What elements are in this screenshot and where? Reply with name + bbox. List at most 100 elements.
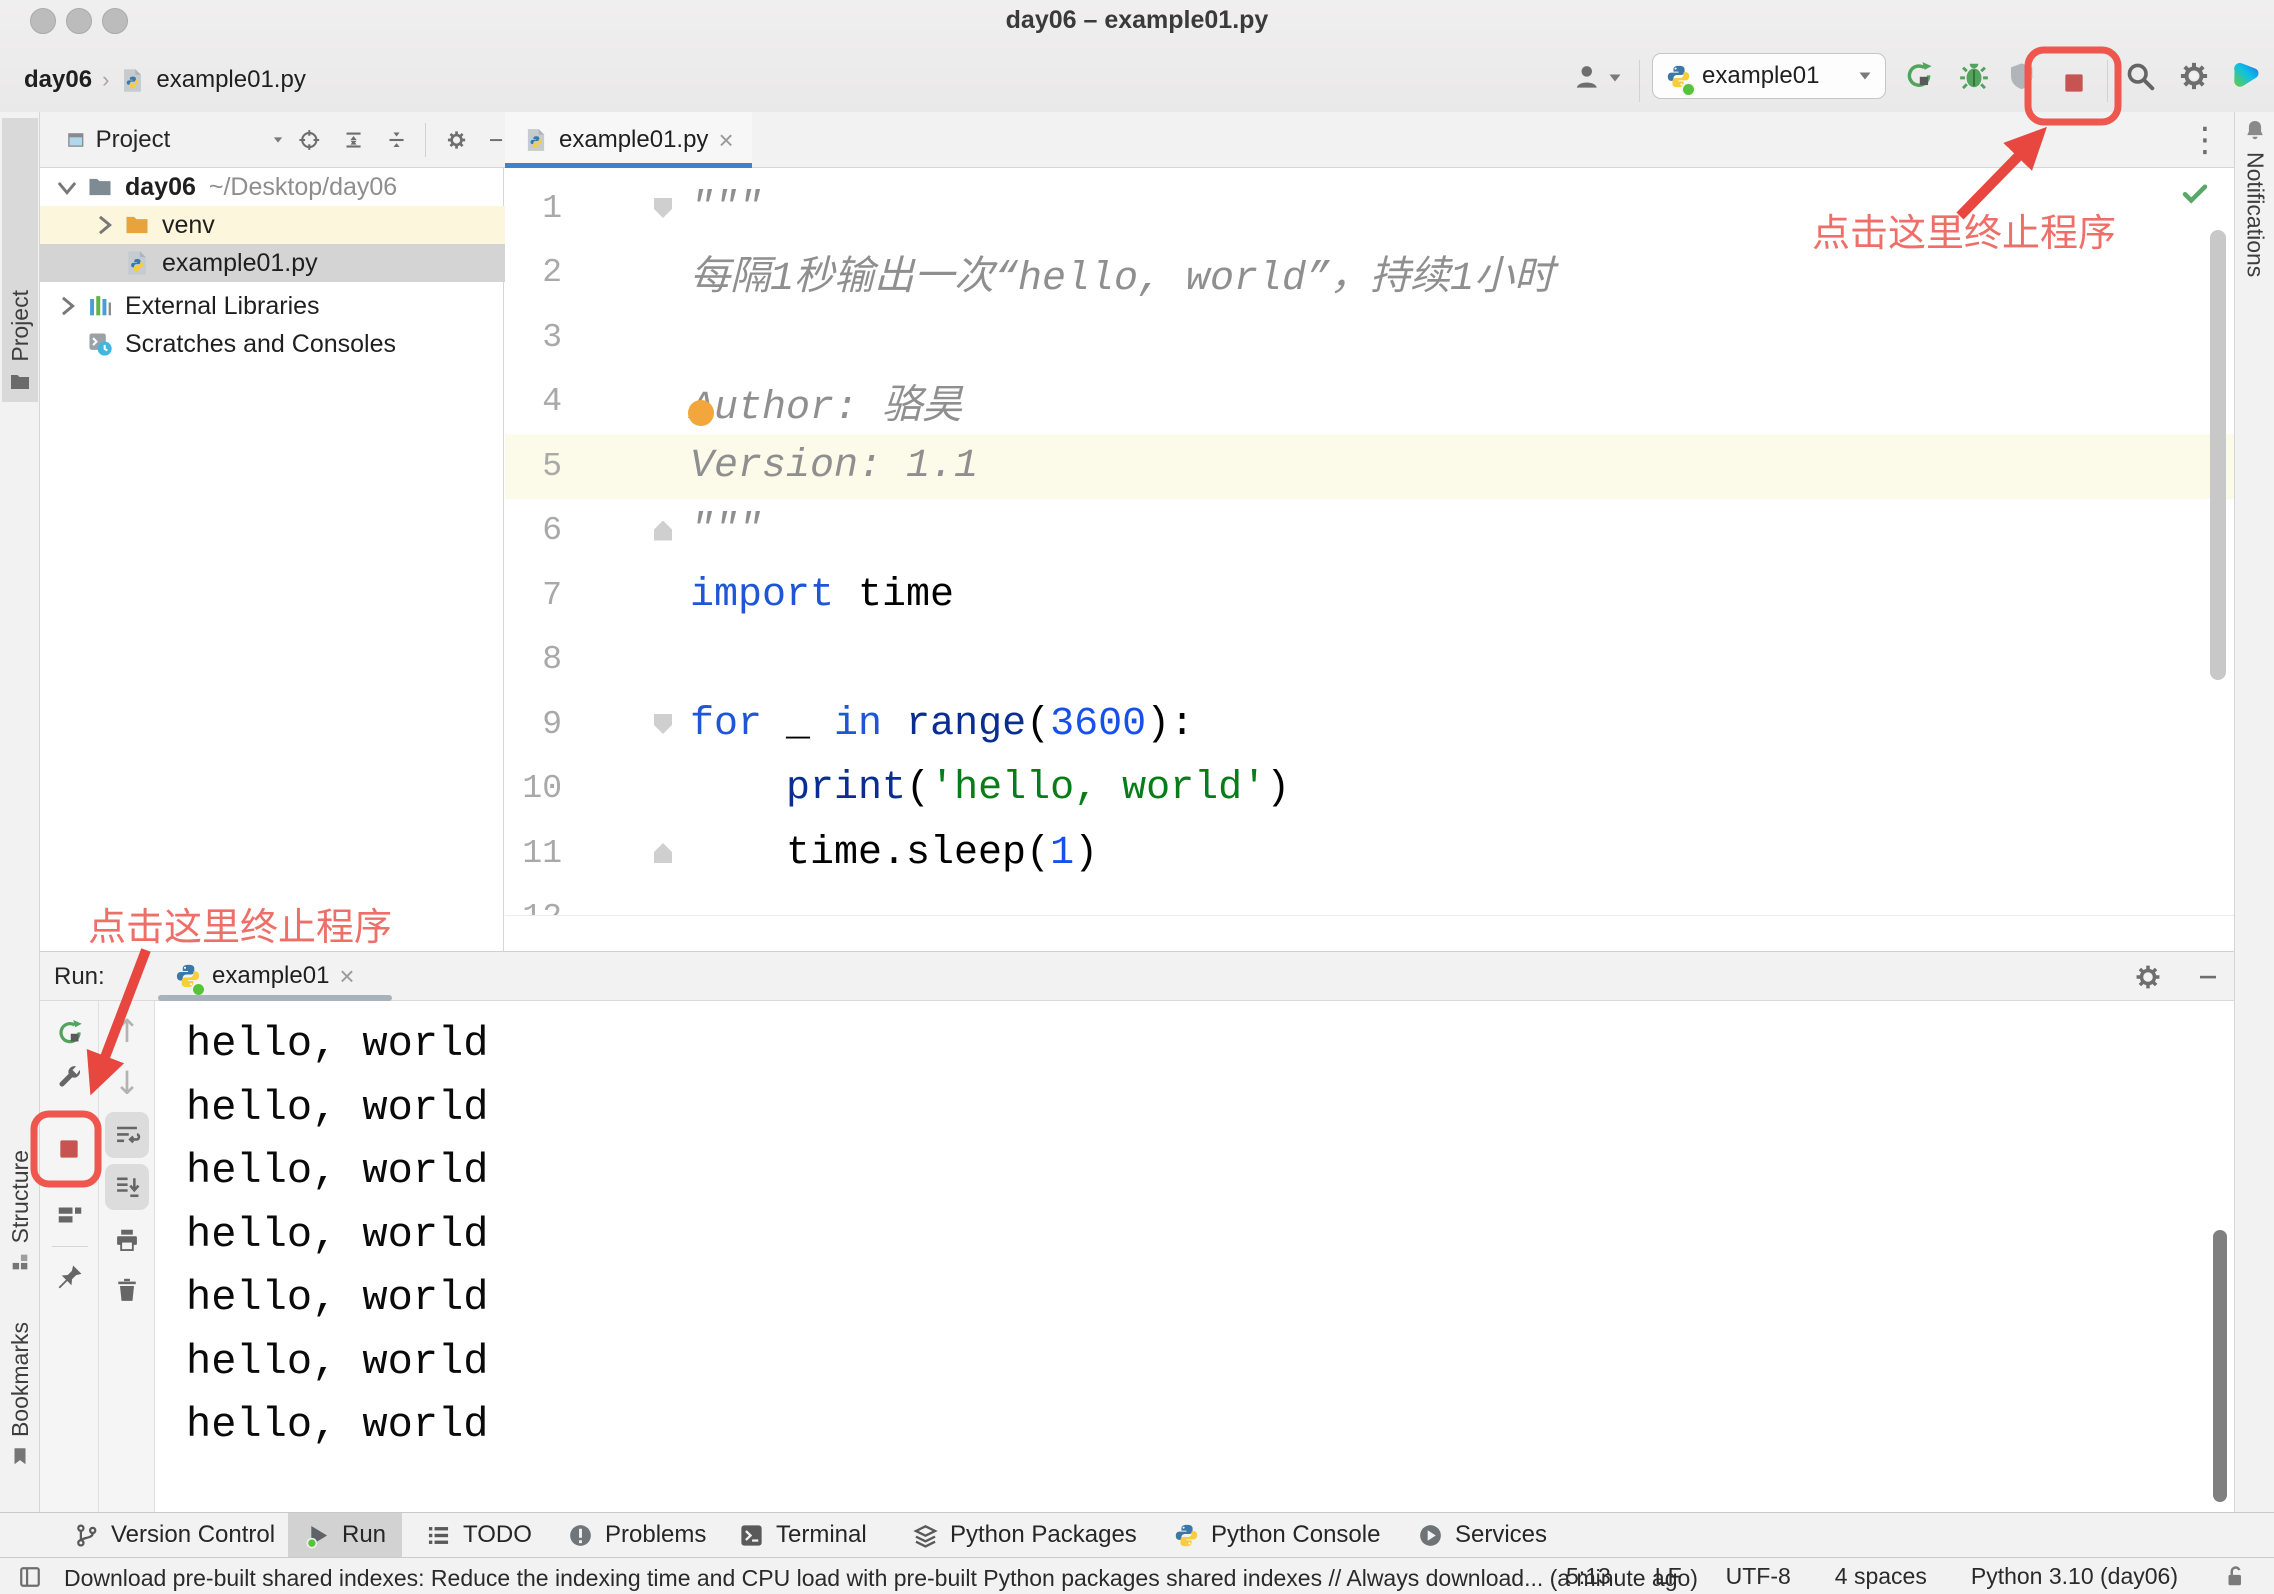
- status-widget[interactable]: Python 3.10 (day06): [1971, 1563, 2178, 1590]
- tool-window-bar: Version Control Run TODO Problems Terminal Py…: [0, 1512, 2274, 1557]
- hide-panel-icon[interactable]: [487, 128, 505, 152]
- toolwindow-button-run[interactable]: Run: [288, 1513, 403, 1557]
- editor-horizontal-scroll-area[interactable]: [505, 915, 2234, 952]
- user-account-icon[interactable]: [1573, 62, 1603, 92]
- sidebar-item-bookmarks[interactable]: Bookmarks: [2, 1322, 38, 1467]
- structure-stripe-label: Structure: [6, 1150, 33, 1244]
- chevron-down-icon[interactable]: [54, 174, 80, 200]
- fold-marker-icon[interactable]: [654, 843, 672, 863]
- console-output: hello, world hello, world hello, world hell…: [155, 1001, 2234, 1458]
- toolwindow-button-services[interactable]: Services: [1401, 1513, 1563, 1557]
- select-opened-file-icon[interactable]: [298, 125, 321, 155]
- fold-marker-icon[interactable]: [654, 198, 672, 218]
- branch-icon: [73, 1522, 100, 1549]
- fold-marker-icon[interactable]: [654, 520, 672, 541]
- close-run-tab-icon[interactable]: ×: [339, 963, 354, 989]
- status-widget[interactable]: UTF-8: [1726, 1563, 1791, 1590]
- gutter-fold-area: [562, 241, 690, 306]
- problems-icon: [567, 1522, 594, 1549]
- annotation-stop-top: 点击这里终止程序: [1812, 213, 2117, 255]
- chevron-right-icon[interactable]: [91, 212, 117, 238]
- tree-item-day06[interactable]: day06 ~/Desktop/day06: [40, 168, 505, 206]
- code-line-10: 10 print('hello, world'): [505, 757, 2234, 822]
- run-configuration-select[interactable]: example01: [1652, 53, 1886, 99]
- terminal-icon: [738, 1522, 765, 1549]
- run-options-gear-icon[interactable]: [2134, 963, 2162, 991]
- clear-console-icon[interactable]: [113, 1276, 141, 1304]
- status-message[interactable]: Download pre-built shared indexes: Reduc…: [64, 1565, 1698, 1592]
- sidebar-item-project[interactable]: Project: [2, 118, 38, 402]
- run-with-coverage-button[interactable]: [2007, 60, 2039, 92]
- status-widget[interactable]: LF: [1655, 1563, 1682, 1590]
- toolwindow-button-terminal[interactable]: Terminal: [722, 1513, 883, 1557]
- project-panel-title[interactable]: Project: [96, 126, 171, 154]
- notifications-stripe-label: Notifications: [2242, 152, 2269, 278]
- tree-item-label: day06: [125, 172, 196, 201]
- stop-button[interactable]: [2061, 70, 2087, 96]
- gutter-fold-area: [562, 628, 690, 693]
- python-file-icon: [119, 67, 146, 94]
- search-everywhere-icon[interactable]: [2124, 60, 2156, 92]
- tab-example01-py[interactable]: example01.py ×: [505, 112, 752, 169]
- tree-item-example01-py[interactable]: example01.py: [40, 244, 505, 282]
- editor-more-options-icon[interactable]: ⋮: [2188, 120, 2222, 160]
- space-logo-icon[interactable]: [2228, 58, 2262, 92]
- rerun-run-icon[interactable]: [55, 1018, 85, 1048]
- rerun-button[interactable]: [1903, 60, 1935, 92]
- status-widget[interactable]: 4 spaces: [1835, 1563, 1927, 1590]
- toolwindow-button-label: Problems: [605, 1521, 707, 1548]
- tree-item-external-libraries[interactable]: External Libraries: [40, 287, 505, 325]
- line-number: 6: [542, 512, 562, 550]
- settings-gear-icon[interactable]: [2178, 60, 2210, 92]
- project-view-icon: [66, 127, 86, 153]
- debug-button[interactable]: [1958, 60, 1990, 92]
- breadcrumb-project[interactable]: day06: [24, 66, 92, 94]
- wrench-icon[interactable]: [55, 1062, 85, 1092]
- hide-run-panel-icon[interactable]: [2196, 965, 2220, 989]
- toolwindow-button-problems[interactable]: Problems: [551, 1513, 722, 1557]
- project-options-gear-icon[interactable]: [446, 126, 467, 154]
- pin-tab-icon[interactable]: [55, 1262, 85, 1292]
- print-icon[interactable]: [113, 1226, 141, 1254]
- running-indicator-dot: [1681, 82, 1696, 97]
- chevron-down-icon[interactable]: [1607, 72, 1623, 84]
- fold-marker-icon[interactable]: [654, 714, 672, 734]
- code-text: import time: [690, 572, 955, 618]
- console-scrollbar[interactable]: [2213, 1230, 2227, 1502]
- code-editor[interactable]: 1 """ 2 每隔1秒输出一次“hello, world”，持续1小时 3 4 Autho…: [505, 168, 2234, 923]
- collapse-all-icon[interactable]: [386, 126, 407, 154]
- down-stack-trace-icon[interactable]: ↓: [113, 1064, 141, 1102]
- tree-item-venv[interactable]: venv: [40, 206, 505, 244]
- sidebar-item-structure[interactable]: Structure: [2, 1150, 38, 1273]
- expand-all-icon[interactable]: [343, 126, 364, 154]
- toolwindow-button-todo[interactable]: TODO: [409, 1513, 548, 1557]
- line-number: 1: [542, 189, 562, 227]
- breadcrumb-file[interactable]: example01.py: [156, 66, 305, 94]
- toolwindow-button-version-control[interactable]: Version Control: [57, 1513, 291, 1557]
- run-tab-example01[interactable]: example01 ×: [158, 952, 371, 1000]
- toolwindow-button-label: Python Console: [1211, 1521, 1381, 1548]
- up-stack-trace-icon[interactable]: ↑: [113, 1012, 141, 1050]
- restore-layout-icon[interactable]: [55, 1200, 85, 1230]
- tree-item-scratches-and-consoles[interactable]: Scratches and Consoles: [40, 325, 505, 363]
- services-icon: [1417, 1522, 1444, 1549]
- title-bar: day06 – example01.py day06 › example01.p…: [0, 0, 2274, 113]
- gutter-fold-area: [562, 692, 690, 757]
- toolwindow-button-python-console[interactable]: Python Console: [1157, 1513, 1396, 1557]
- status-widget[interactable]: 5:13: [1566, 1563, 1611, 1590]
- intention-bulb-icon[interactable]: [688, 400, 714, 426]
- chevron-down-icon[interactable]: [272, 134, 284, 146]
- stop-process-button[interactable]: [56, 1136, 82, 1162]
- gutter-fold-area: [562, 821, 690, 886]
- gutter-fold-area: [562, 563, 690, 628]
- code-line-8: 8: [505, 628, 2234, 693]
- lock-icon[interactable]: [2222, 1563, 2248, 1589]
- chevron-right-icon[interactable]: [54, 293, 80, 319]
- shared-indexes-icon[interactable]: [16, 1563, 44, 1591]
- editor-scrollbar[interactable]: [2210, 230, 2226, 680]
- sidebar-item-notifications[interactable]: Notifications: [2235, 118, 2274, 277]
- run-console[interactable]: hello, world hello, world hello, world hell…: [155, 1001, 2234, 1512]
- toolwindow-button-python-packages[interactable]: Python Packages: [896, 1513, 1153, 1557]
- close-tab-icon[interactable]: ×: [718, 127, 733, 153]
- tree-item-label: venv: [162, 210, 215, 239]
